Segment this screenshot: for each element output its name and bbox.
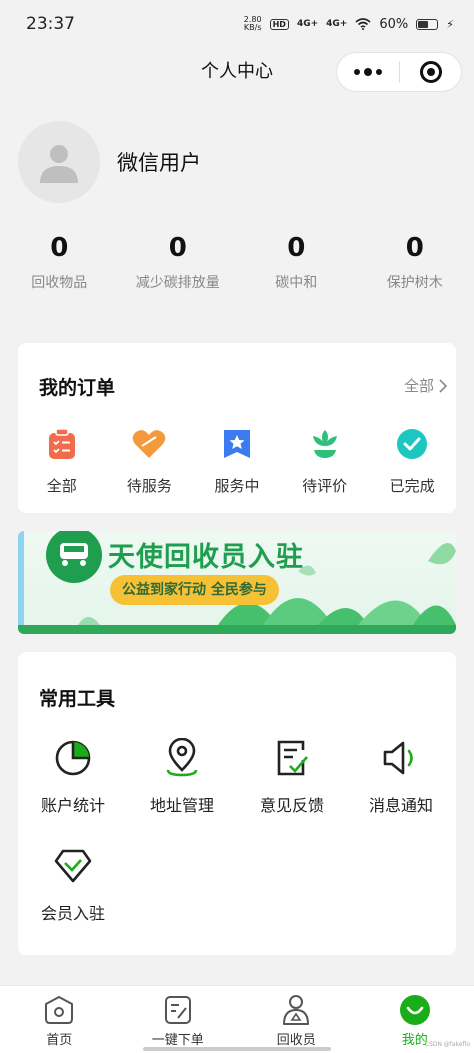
order-tab-pending-review[interactable]: 待评价 [281,427,369,496]
stat-recycled-items: 0 回收物品 [0,230,119,292]
status-time: 23:37 [26,14,75,34]
tool-notifications[interactable]: 消息通知 [346,738,456,816]
miniprogram-capsule [336,52,462,92]
diamond-check-icon [53,846,93,886]
home-indicator [143,1047,331,1051]
view-all-orders-link[interactable]: 全部 [404,375,448,396]
tool-label: 意见反馈 [259,796,324,815]
recycler-person-icon [280,994,312,1026]
more-dot-icon [364,68,372,76]
tool-feedback[interactable]: 意见反馈 [237,738,347,816]
stat-carbon-neutral: 0 碳中和 [237,230,356,292]
tab-home[interactable]: 首页 [0,986,119,1053]
tool-label: 账户统计 [40,796,105,815]
watermark: CSDN @fakeflo [424,1041,470,1048]
avatar[interactable] [18,121,100,203]
battery-icon [416,18,439,30]
nav-bar: 个人中心 [0,48,474,96]
tool-label: 消息通知 [368,796,433,815]
order-tab-label: 待服务 [126,477,172,495]
order-tab-label: 全部 [46,477,77,495]
signal-2-icon: 4G+ [326,19,348,29]
net-speed: 2.80 KB/s [243,15,262,32]
status-indicators: 2.80 KB/s HD 4G+ 4G+ 60% ⚡ [244,16,454,32]
orders-card: 我的订单 全部 全部 待服务 服务中 待评价 已完成 [18,343,456,513]
tool-label: 会员入驻 [40,904,105,923]
stat-label: 碳中和 [275,275,318,291]
target-icon [419,61,442,83]
stat-value: 0 [50,233,69,263]
stat-value: 0 [168,233,187,263]
stat-value: 0 [405,233,424,263]
view-all-label: 全部 [403,377,434,395]
tab-label: 回收员 [276,1033,316,1048]
tools-card: 常用工具 账户统计 地址管理 意见反馈 消息通知 会员入驻 [18,652,456,955]
wifi-icon [355,18,371,30]
more-dot-icon [376,69,382,75]
banner-subtitle: 公益到家行动 全民参与 [110,575,279,605]
stat-label: 回收物品 [31,275,88,291]
stat-trees-protected: 0 保护树木 [356,230,474,292]
star-bookmark-icon [220,427,254,461]
battery-text: 60% [379,16,409,32]
user-silhouette-icon [40,145,78,183]
banner-title: 天使回收员入驻 [108,542,304,573]
tool-member-join[interactable]: 会员入驻 [18,846,128,924]
order-tab-label: 服务中 [214,477,260,495]
order-tab-pending-service[interactable]: 待服务 [106,427,194,496]
heart-icon [132,427,166,461]
smile-profile-icon [399,994,431,1026]
order-tab-all[interactable]: 全部 [18,427,106,496]
feedback-form-icon [272,738,312,778]
check-circle-icon [395,427,429,461]
tool-account-stats[interactable]: 账户统计 [18,738,128,816]
tools-title: 常用工具 [39,688,116,710]
order-tab-in-service[interactable]: 服务中 [193,427,281,496]
order-form-icon [162,994,194,1026]
username[interactable]: 微信用户 [117,147,201,177]
stat-label: 保护树木 [386,275,443,291]
order-tab-label: 待评价 [302,477,348,495]
stats-row: 0 回收物品 0 减少碳排放量 0 碳中和 0 保护树木 [0,230,474,292]
tab-recycler[interactable]: 回收员 [237,986,356,1053]
bottom-tab-bar: 首页 一键下单 回收员 我的 [0,985,474,1053]
orders-status-row: 全部 待服务 服务中 待评价 已完成 [18,427,456,496]
tab-label: 一键下单 [151,1033,204,1048]
clipboard-list-icon [45,427,79,461]
status-bar: 23:37 2.80 KB/s HD 4G+ 4G+ 60% ⚡ [0,0,474,48]
home-icon [43,994,75,1026]
recruit-banner[interactable]: 天使回收员入驻 公益到家行动 全民参与 [18,531,456,634]
truck-logo-icon [46,531,102,583]
tab-quick-order[interactable]: 一键下单 [119,986,238,1053]
close-miniprogram-button[interactable] [400,61,461,83]
more-options-button[interactable] [337,52,399,92]
orders-title: 我的订单 [39,377,116,399]
order-tab-completed[interactable]: 已完成 [368,427,456,496]
stat-value: 0 [287,233,306,263]
tool-label: 地址管理 [149,796,214,815]
location-pin-icon [162,738,202,778]
speaker-icon [381,738,421,778]
order-tab-label: 已完成 [389,477,435,495]
stat-label: 减少碳排放量 [135,275,220,291]
pie-chart-icon [53,738,93,778]
tab-label: 首页 [46,1033,73,1048]
signal-1-icon: 4G+ [296,19,319,29]
battery-fill [418,20,429,28]
hd-badge: HD [269,18,289,30]
flower-icon [308,427,342,461]
tool-address-manage[interactable]: 地址管理 [127,738,237,816]
chevron-right-icon [439,378,448,393]
stat-carbon-reduction: 0 减少碳排放量 [119,230,238,292]
charging-icon: ⚡ [446,17,454,31]
more-dot-icon [354,69,360,75]
